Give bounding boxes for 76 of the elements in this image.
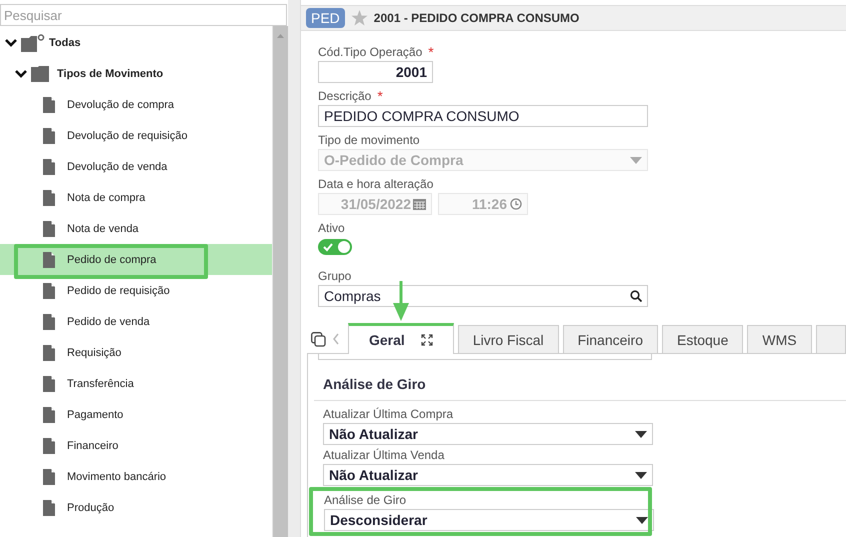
tree-item[interactable]: Pedido de compra (67, 254, 156, 266)
document-icon (43, 500, 55, 516)
document-icon (43, 406, 55, 422)
chevron-icon[interactable] (5, 38, 17, 48)
document-icon (43, 220, 55, 236)
field-label: Análise de Giro (324, 493, 406, 507)
tree-item[interactable]: Devolução de venda (67, 160, 168, 172)
select-field[interactable]: Não Atualizar (323, 464, 653, 486)
document-icon (43, 128, 55, 144)
tree-item[interactable]: Todas (49, 36, 81, 48)
code-field[interactable]: 2001 (318, 61, 433, 83)
tree-item[interactable]: Devolução de requisição (67, 130, 188, 142)
caret-icon (630, 156, 642, 164)
field-label: Ativo (318, 221, 345, 235)
tree-item[interactable]: Nota de compra (67, 192, 146, 204)
document-icon (43, 344, 55, 360)
record-title: 2001 - PEDIDO COMPRA CONSUMO (374, 11, 580, 25)
tab[interactable]: Livro Fiscal (458, 325, 559, 353)
tree-item[interactable]: Tipos de Movimento (57, 68, 164, 80)
required-mark: * (428, 44, 434, 60)
active-toggle[interactable] (318, 239, 352, 255)
field-label: Descrição (318, 89, 372, 103)
caret-icon (635, 430, 647, 438)
description-field[interactable]: PEDIDO COMPRA CONSUMO (318, 105, 648, 127)
tree-item[interactable]: Produção (67, 502, 114, 514)
document-icon (43, 96, 55, 112)
field-label: Tipo de movimento (318, 133, 420, 147)
tab[interactable]: Estoque (662, 325, 744, 353)
clock-icon (510, 198, 522, 210)
scrollbar[interactable] (272, 26, 288, 537)
search-icon (630, 290, 642, 302)
document-icon (43, 282, 55, 298)
document-icon (43, 190, 55, 206)
document-icon (43, 158, 55, 174)
expand-icon[interactable] (420, 334, 433, 346)
field-label: Atualizar Última Compra (323, 407, 454, 421)
tree-item[interactable]: Pagamento (67, 408, 124, 420)
copy-icon[interactable] (311, 332, 326, 346)
select-field[interactable]: Desconsiderar (324, 509, 654, 531)
tree-item[interactable]: Movimento bancário (67, 470, 166, 482)
star-icon[interactable] (350, 10, 368, 26)
chevron-icon[interactable] (15, 68, 27, 78)
document-icon (43, 252, 55, 268)
tab[interactable]: Geral (348, 323, 454, 354)
type-badge: PED (306, 8, 345, 28)
group-lookup-field[interactable]: Compras (318, 285, 648, 307)
folder-gear-icon (21, 34, 45, 52)
tab[interactable]: Financeiro (562, 325, 658, 353)
tree-item[interactable]: Pedido de requisição (67, 284, 170, 296)
section-title: Análise de Giro (314, 360, 846, 401)
chevron-left-icon[interactable] (332, 333, 340, 345)
document-icon (43, 468, 55, 484)
caret-icon (635, 472, 647, 478)
tab[interactable]: WMS (747, 325, 812, 353)
field-label: Data e hora alteração (318, 177, 434, 191)
document-icon (43, 314, 55, 330)
check-icon (323, 242, 333, 252)
field-label: Cód.Tipo Operação (318, 45, 422, 59)
field-label: Atualizar Última Venda (323, 448, 444, 462)
document-icon (43, 376, 55, 392)
tab[interactable] (816, 325, 846, 353)
tree-item[interactable]: Transferência (67, 378, 134, 390)
select-field[interactable]: Não Atualizar (323, 423, 653, 445)
tree-item[interactable]: Nota de venda (67, 222, 139, 234)
tree-item[interactable]: Requisição (67, 346, 122, 358)
tree-item[interactable]: Financeiro (67, 440, 118, 452)
field-label: Grupo (318, 269, 352, 283)
tree-item[interactable]: Devolução de compra (67, 98, 174, 110)
caret-icon (636, 516, 648, 524)
calendar-icon (413, 198, 426, 210)
search-field[interactable]: Pesquisar (0, 4, 287, 26)
folder-icon (31, 66, 49, 82)
document-icon (43, 438, 55, 454)
scroll-up-icon[interactable] (277, 34, 284, 38)
required-mark: * (377, 88, 383, 104)
tree-item[interactable]: Pedido de venda (67, 316, 150, 328)
